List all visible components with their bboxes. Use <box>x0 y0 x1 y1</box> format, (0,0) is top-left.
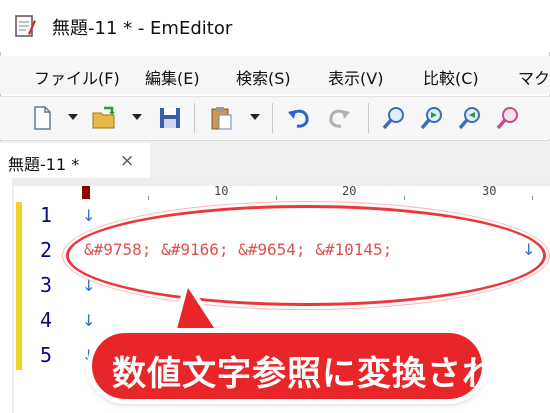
callout-text: 数値文字参照に変換される <box>112 354 532 394</box>
callout-banner: 数値文字参照に変換される <box>92 333 531 399</box>
